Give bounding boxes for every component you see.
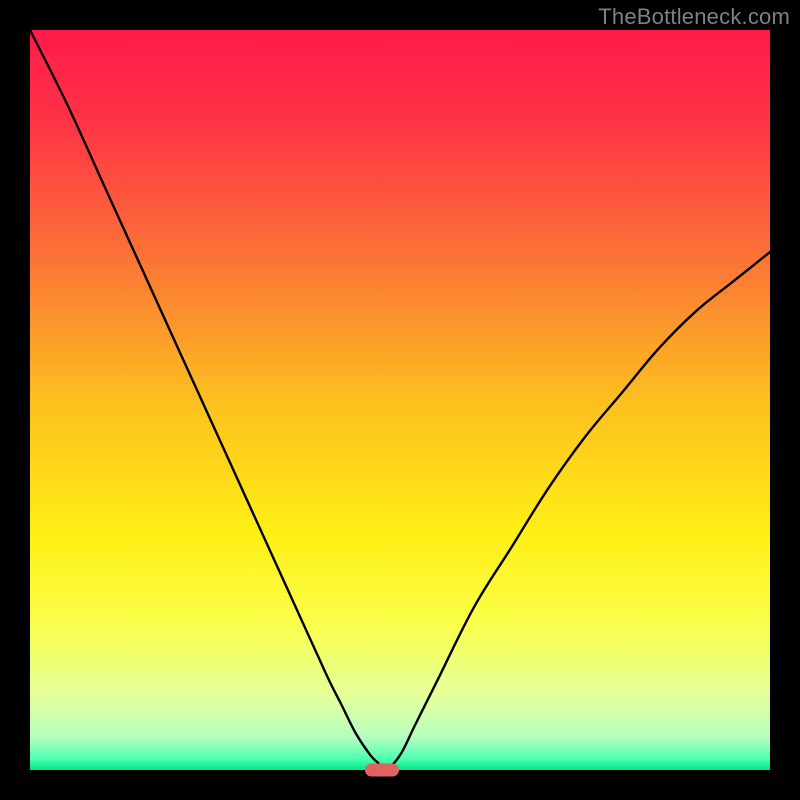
plot-area (30, 30, 770, 770)
curve-layer (30, 30, 770, 770)
optimal-marker (365, 764, 399, 777)
chart-frame: TheBottleneck.com (0, 0, 800, 800)
watermark-text: TheBottleneck.com (598, 4, 790, 30)
bottleneck-curve (30, 30, 770, 770)
